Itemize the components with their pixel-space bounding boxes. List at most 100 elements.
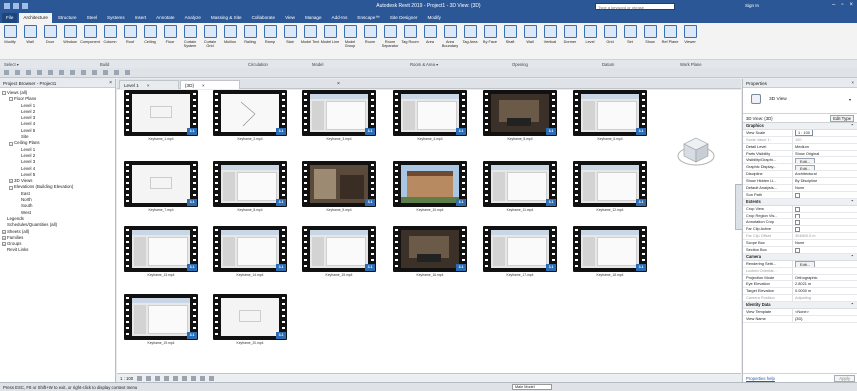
- property-category[interactable]: Camera ⌃: [743, 253, 857, 261]
- video-thumbnail[interactable]: 3.1 Keyframe_12.mp4: [573, 161, 647, 215]
- property-value[interactable]: [793, 192, 857, 198]
- apply-button[interactable]: Apply: [834, 375, 855, 382]
- property-value[interactable]: Edit...: [793, 261, 857, 267]
- close-icon[interactable]: ×: [147, 83, 150, 88]
- collapse-icon[interactable]: ⌃: [851, 302, 854, 309]
- opt-icon[interactable]: [37, 70, 42, 75]
- close-all-icon[interactable]: ×: [337, 81, 340, 87]
- crop-icon[interactable]: [182, 376, 188, 381]
- mullion-button[interactable]: Mullion: [220, 25, 240, 57]
- property-value[interactable]: Edit...: [793, 164, 857, 171]
- edit-type-button[interactable]: Edit Type: [830, 115, 854, 122]
- checkbox[interactable]: [795, 227, 800, 233]
- tab-3d[interactable]: {3D} ×: [180, 80, 240, 89]
- property-value[interactable]: 304800.0 m: [793, 233, 857, 239]
- ribbon-tab-manage[interactable]: Manage: [301, 13, 326, 23]
- opt-icon[interactable]: [114, 70, 119, 75]
- ribbon-tab-insert[interactable]: Insert: [131, 13, 151, 23]
- grid-button[interactable]: Grid: [600, 25, 620, 57]
- modify-button[interactable]: Modify: [0, 25, 20, 57]
- video-thumbnail[interactable]: 3.1 Keyframe_10.mp4: [393, 161, 467, 215]
- ribbon-tab-file[interactable]: File: [2, 13, 18, 23]
- edit-button[interactable]: Edit...: [795, 157, 815, 164]
- wall-button[interactable]: Wall: [520, 25, 540, 57]
- vertical-button[interactable]: Vertical: [540, 25, 560, 57]
- collapse-icon[interactable]: ⌃: [851, 254, 854, 261]
- opt-icon[interactable]: [81, 70, 86, 75]
- ribbon-tab-site-designer[interactable]: Site Designer: [386, 13, 422, 23]
- video-thumbnail[interactable]: 3.1 Keyframe_11.mp4: [483, 161, 557, 215]
- type-selector[interactable]: 3D View ▾: [743, 88, 857, 114]
- property-value[interactable]: Orthographic: [793, 275, 857, 281]
- railing-button[interactable]: Railing: [240, 25, 260, 57]
- floor-button[interactable]: Floor: [160, 25, 180, 57]
- close-icon[interactable]: ×: [202, 83, 205, 88]
- sun-path-icon[interactable]: [155, 376, 161, 381]
- view-cube[interactable]: [676, 132, 716, 172]
- property-value[interactable]: 100: [793, 137, 857, 143]
- area-button[interactable]: Area: [420, 25, 440, 57]
- video-thumbnail[interactable]: 3.1 Keyframe_3.mp4: [302, 90, 376, 144]
- expand-icon[interactable]: +: [2, 235, 6, 240]
- video-thumbnail[interactable]: 3.1 Keyframe_7.mp4: [124, 161, 198, 215]
- video-thumbnail[interactable]: 3.1 Keyframe_1.mp4: [124, 90, 198, 144]
- checkbox[interactable]: [795, 206, 800, 212]
- video-thumbnail[interactable]: 3.1 Keyframe_4.mp4: [393, 90, 467, 144]
- property-value[interactable]: Medium: [793, 144, 857, 150]
- room-separator-button[interactable]: Room Separator: [380, 25, 400, 57]
- property-value[interactable]: [793, 219, 857, 226]
- shadows-icon[interactable]: [164, 376, 170, 381]
- minimize-icon[interactable]: –: [832, 2, 835, 8]
- property-value[interactable]: 1 : 100: [793, 129, 857, 136]
- maximize-icon[interactable]: ▫: [841, 2, 843, 8]
- model-line-button[interactable]: Model Line: [320, 25, 340, 57]
- expand-icon[interactable]: +: [9, 179, 13, 184]
- ribbon-tab-annotate[interactable]: Annotate: [152, 13, 178, 23]
- ribbon-tab-enscape-[interactable]: Enscape™: [353, 13, 383, 23]
- search-input[interactable]: Type a keyword or phrase: [595, 3, 675, 10]
- curtain-system-button[interactable]: Curtain System: [180, 25, 200, 57]
- close-icon[interactable]: ×: [109, 80, 112, 86]
- collapse-icon[interactable]: -: [9, 141, 13, 146]
- sign-in-button[interactable]: Sign In: [745, 3, 759, 8]
- stair-button[interactable]: Stair: [280, 25, 300, 57]
- expand-icon[interactable]: +: [2, 229, 6, 234]
- video-thumbnail[interactable]: 3.1 Keyframe_17.mp4: [483, 226, 557, 280]
- model-group-button[interactable]: Model Group: [340, 25, 360, 57]
- edit-button[interactable]: Edit...: [795, 164, 815, 171]
- video-thumbnail[interactable]: 3.1 Keyframe_9.mp4: [302, 161, 376, 215]
- edit-button[interactable]: Edit...: [795, 261, 815, 267]
- set-button[interactable]: Set: [620, 25, 640, 57]
- property-category[interactable]: Graphics ⌃: [743, 123, 857, 130]
- property-value[interactable]: 2.8021 m: [793, 281, 857, 287]
- ribbon-tab-structure[interactable]: Structure: [54, 13, 81, 23]
- model-text-button[interactable]: Model Text: [300, 25, 320, 57]
- property-value[interactable]: <None>: [793, 309, 857, 315]
- collapse-icon[interactable]: -: [2, 91, 6, 96]
- ramp-button[interactable]: Ramp: [260, 25, 280, 57]
- property-value[interactable]: [793, 213, 857, 219]
- collapse-icon[interactable]: ⌃: [851, 199, 854, 206]
- drawing-area[interactable]: 3.1 Keyframe_1.mp4 3.1 Keyframe_2.mp4 3.1 Key…: [117, 90, 741, 373]
- property-value[interactable]: {3D}: [793, 316, 857, 322]
- property-value[interactable]: None: [793, 240, 857, 246]
- viewer-button[interactable]: Viewer: [680, 25, 700, 57]
- render-icon[interactable]: [173, 376, 179, 381]
- dormer-button[interactable]: Dormer: [560, 25, 580, 57]
- property-category[interactable]: Identity Data ⌃: [743, 302, 857, 310]
- curtain-grid-button[interactable]: Curtain Grid: [200, 25, 220, 57]
- ribbon-tab-modify[interactable]: Modify: [423, 13, 445, 23]
- property-category[interactable]: Extents ⌃: [743, 198, 857, 206]
- roof-button[interactable]: Roof: [120, 25, 140, 57]
- ribbon-tab-steel[interactable]: Steel: [83, 13, 101, 23]
- property-value[interactable]: Show Original: [793, 151, 857, 157]
- property-value[interactable]: Adjusting: [793, 295, 857, 301]
- collapse-icon[interactable]: -: [9, 97, 13, 102]
- checkbox[interactable]: [795, 220, 800, 226]
- collapse-icon[interactable]: -: [9, 185, 13, 190]
- ceiling-button[interactable]: Ceiling: [140, 25, 160, 57]
- video-thumbnail[interactable]: 3.1 Keyframe_18.mp4: [573, 226, 647, 280]
- show-button[interactable]: Show: [640, 25, 660, 57]
- close-icon[interactable]: ×: [849, 2, 853, 8]
- column-button[interactable]: Column: [100, 25, 120, 57]
